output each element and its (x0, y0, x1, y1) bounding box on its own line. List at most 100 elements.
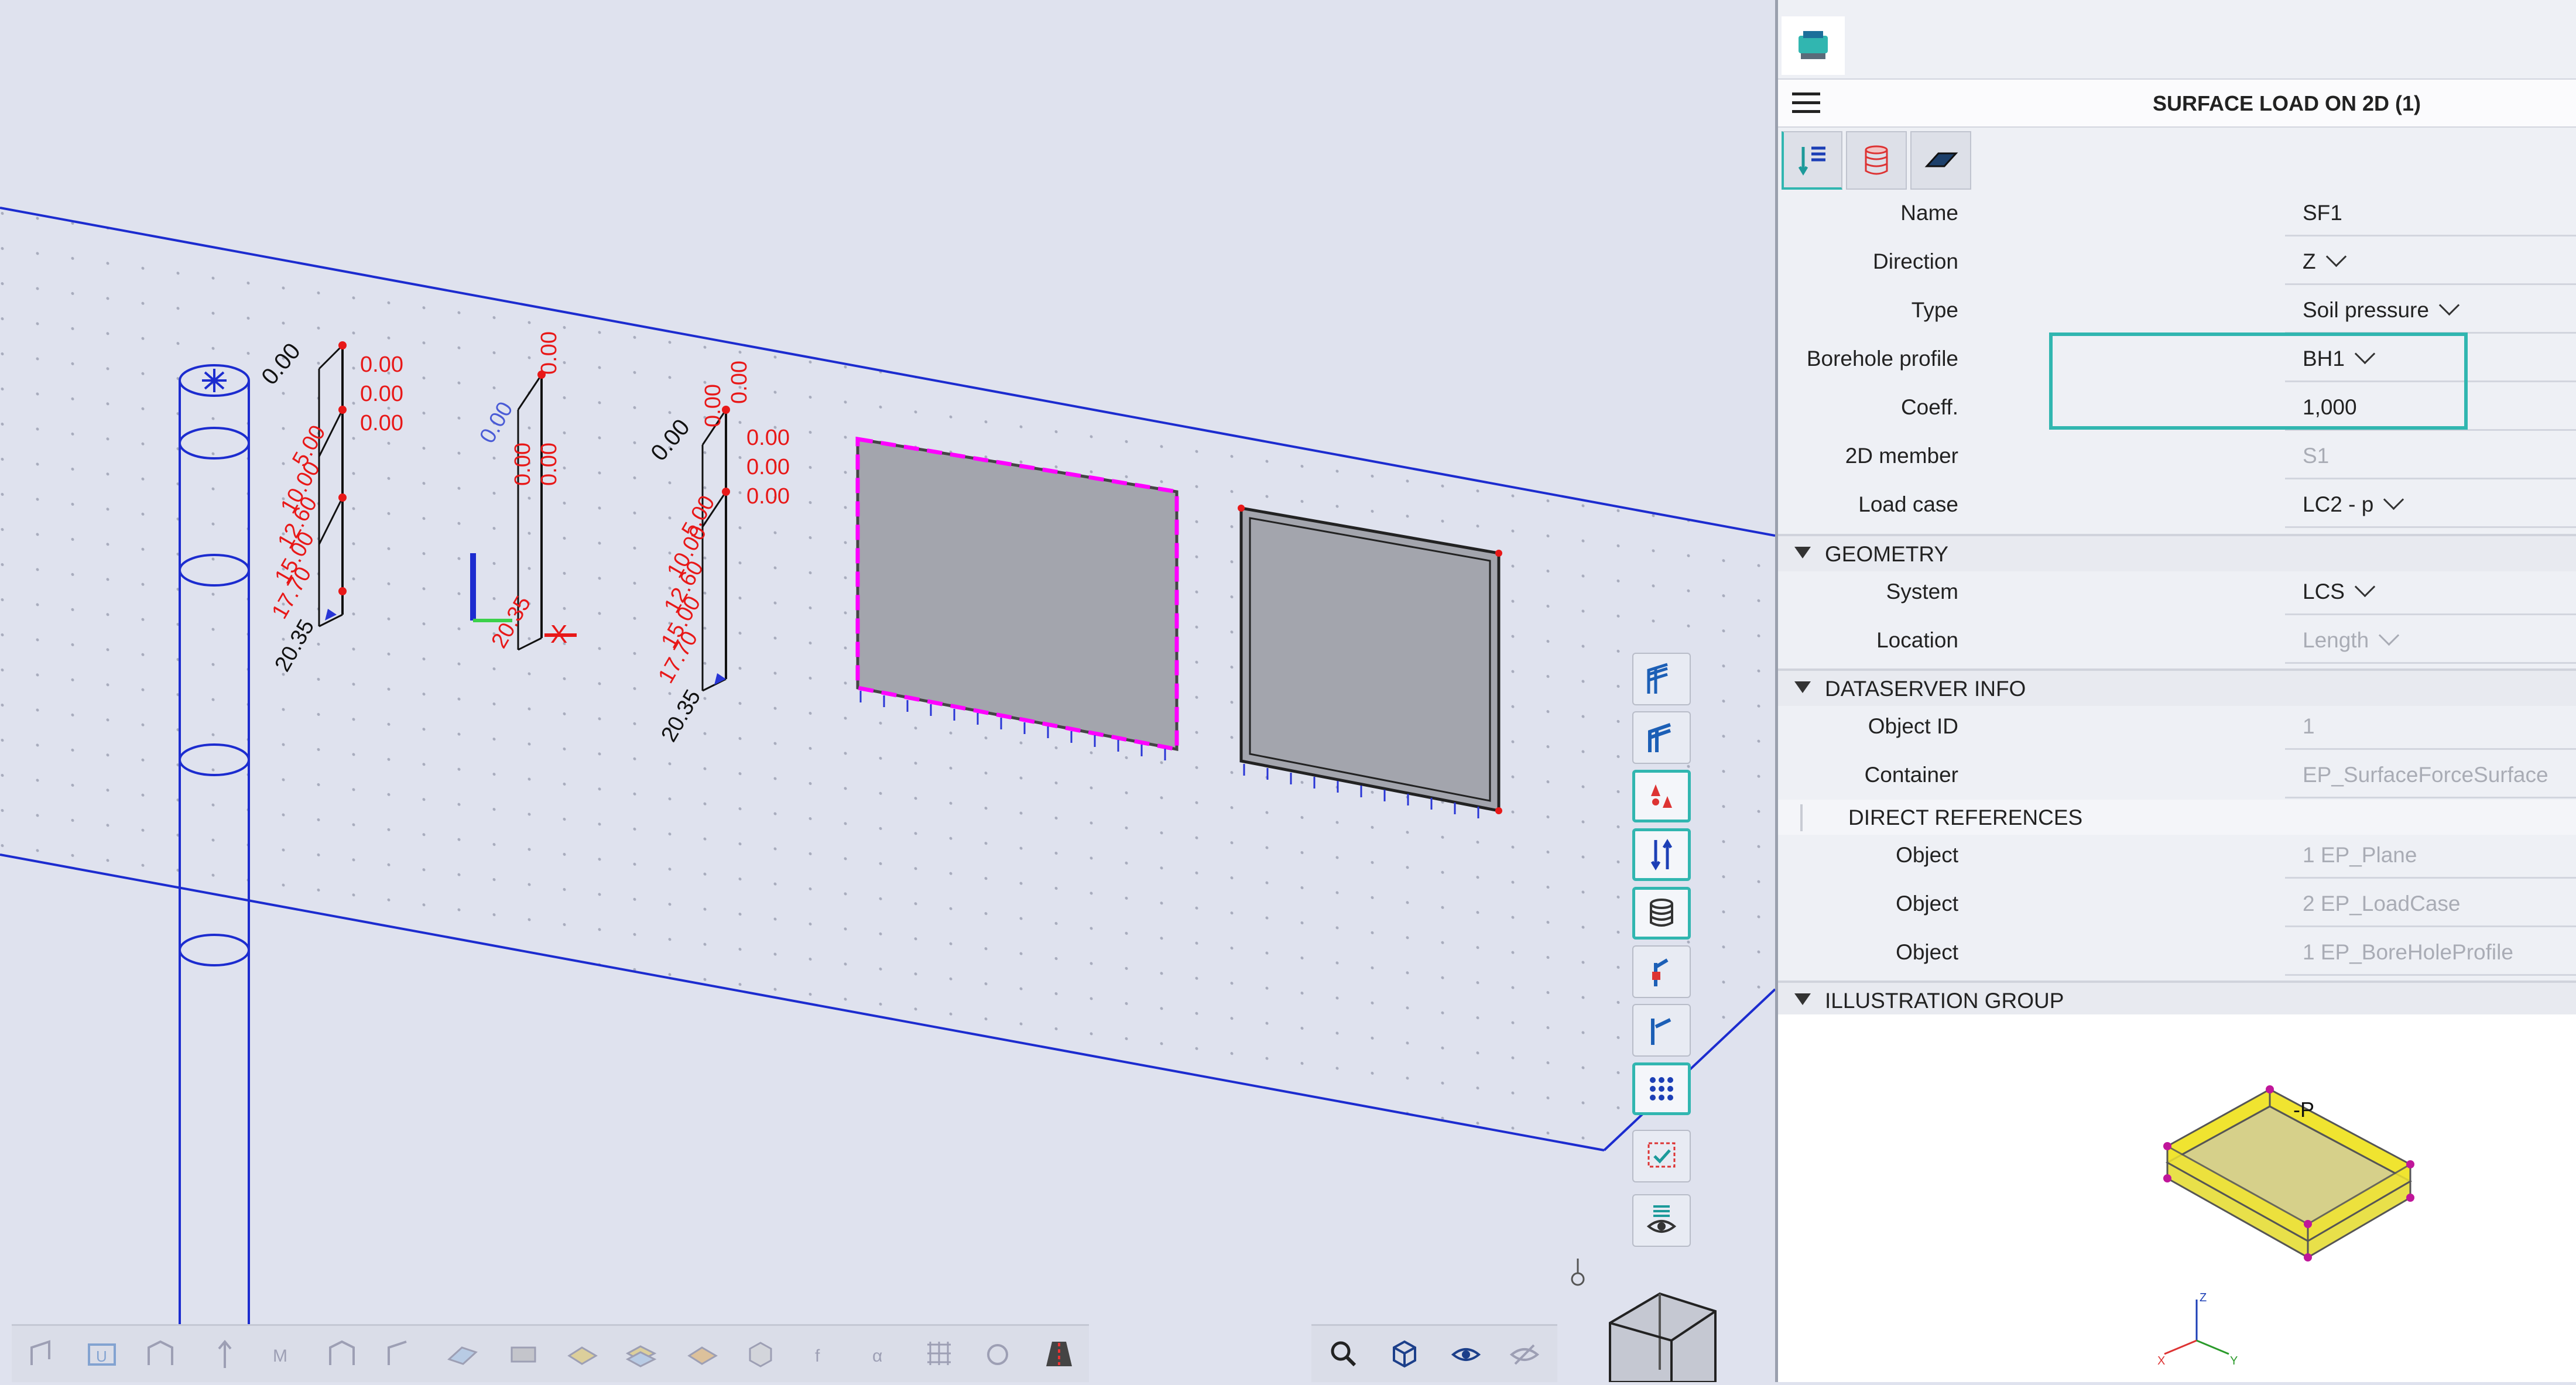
prop-row-type: Type Soil pressure (1778, 286, 2576, 335)
svg-text:α: α (872, 1346, 882, 1366)
slab-button[interactable] (436, 1328, 488, 1379)
reference-field[interactable]: 1 EP_BoreHoleProfile (2285, 932, 2576, 976)
section-title: DATASERVER INFO (1825, 677, 2026, 701)
supports-tool-icon (1650, 839, 1673, 870)
load-case-dropdown[interactable]: LC2 - p (2285, 484, 2576, 528)
members-tool-icon (1648, 723, 1671, 752)
axis-x-label: X (2157, 1355, 2165, 1367)
prop-row-name: Name SF1 (1778, 189, 2576, 238)
prop-label: Name (1900, 201, 1958, 225)
section-illustration-group[interactable]: ILLUSTRATION GROUP (1778, 981, 2576, 1018)
direction-dropdown[interactable]: Z (2285, 241, 2576, 285)
illustration-area: -P Z X Y (1778, 1014, 2576, 1382)
prop-value: Z (2303, 249, 2316, 273)
grid-button[interactable] (913, 1328, 965, 1379)
properties-view-button[interactable] (1782, 131, 1842, 190)
load-value-label: 0.00 (360, 352, 403, 377)
plane-view-button[interactable] (1910, 131, 1971, 190)
section-dataserver-info[interactable]: DATASERVER INFO (1778, 668, 2576, 706)
zoom-button[interactable] (1317, 1328, 1369, 1379)
prop-value: LCS (2303, 580, 2345, 604)
view-cube[interactable] (1609, 1292, 1717, 1382)
prop-value: 1 (2303, 714, 2315, 738)
scene-canvas[interactable]: 0.00 0.00 0.00 0.00 5.00 10.00 12.60 15.… (0, 0, 1775, 1382)
chevron-down-icon (2438, 294, 2460, 316)
prop-label: Coeff. (1900, 395, 1958, 419)
load-value-label: 0.00 (746, 484, 790, 509)
hinge-button[interactable] (375, 1328, 426, 1379)
prop-row-load-case: Load case LC2 - p (1778, 481, 2576, 529)
chevron-down-icon (2383, 489, 2404, 510)
frame-icon (148, 1340, 173, 1365)
cursor-hint-icon (1571, 1259, 1585, 1286)
view-cube-button[interactable] (1379, 1328, 1430, 1379)
frame2-button[interactable] (316, 1328, 368, 1379)
collapse-triangle-icon (1794, 681, 1811, 693)
app-logo-icon (1782, 16, 1845, 75)
stack-button[interactable] (615, 1328, 666, 1379)
road-button[interactable] (1033, 1328, 1085, 1379)
section-geometry[interactable]: GEOMETRY (1778, 534, 2576, 571)
type-dropdown[interactable]: Soil pressure (2285, 290, 2576, 334)
dataserver-view-button[interactable] (1846, 131, 1907, 190)
ribs-tool-button[interactable] (1632, 653, 1691, 705)
load-value-label: 0.00 (746, 426, 790, 450)
model-viewport[interactable]: 0.00 0.00 0.00 0.00 5.00 10.00 12.60 15.… (0, 0, 1775, 1382)
name-field[interactable]: SF1 (2285, 193, 2576, 236)
points-grid-button[interactable] (1632, 1062, 1691, 1115)
prop-label: Location (1876, 628, 1958, 652)
beam-icon (30, 1340, 50, 1365)
zoom-icon (1331, 1341, 1356, 1367)
reference-field[interactable]: 1 EP_Plane (2285, 835, 2576, 879)
subsection-direct-references[interactable]: DIRECT REFERENCES (1778, 800, 2576, 835)
2d-member-field: S1 (2285, 436, 2576, 479)
road-icon (1046, 1342, 1072, 1366)
members-tool-button[interactable] (1632, 711, 1691, 764)
dataserver-tool-button[interactable] (1632, 887, 1691, 940)
prop-label: Load case (1858, 492, 1958, 516)
layer-button[interactable] (556, 1328, 608, 1379)
cube-icon (749, 1342, 772, 1367)
prop-row-ref: Object 2 EP_LoadCase (1778, 880, 2576, 928)
frame-button[interactable] (135, 1328, 186, 1379)
subsection-title: DIRECT REFERENCES (1848, 805, 2083, 829)
prop-row-location: Location Length (1778, 616, 2576, 665)
prop-label: Object (1896, 892, 1958, 916)
location-dropdown[interactable]: Length (2285, 620, 2576, 664)
prop-label: Object ID (1868, 714, 1958, 738)
mesh-button[interactable] (676, 1328, 728, 1379)
loads-tool-button[interactable] (1632, 770, 1691, 822)
arrow-button[interactable] (199, 1328, 251, 1379)
rotate-button[interactable] (972, 1328, 1023, 1379)
beam-button[interactable] (18, 1328, 69, 1379)
plate-button[interactable] (498, 1328, 549, 1379)
supports-tool-button[interactable] (1632, 828, 1691, 881)
collapse-triangle-icon (1794, 993, 1811, 1005)
reference-field[interactable]: 2 EP_LoadCase (2285, 883, 2576, 927)
section-title: ILLUSTRATION GROUP (1825, 989, 2064, 1013)
checks-tool-icon (1651, 1018, 1671, 1045)
results-tool-button[interactable] (1632, 945, 1691, 998)
hamburger-menu-icon[interactable] (1792, 90, 1820, 116)
prop-label: Container (1864, 763, 1958, 787)
display-eye-icon (1646, 1205, 1677, 1233)
rotate-eye-button[interactable] (1440, 1328, 1492, 1379)
container-field: EP_SurfaceForceSurface (2285, 755, 2576, 798)
layer-icon (567, 1346, 598, 1365)
f-button[interactable]: f (796, 1328, 848, 1379)
axis-triad-icon: Z X Y (2157, 1291, 2238, 1367)
a-button[interactable]: α (855, 1328, 906, 1379)
hide-eye-button[interactable] (1499, 1328, 1550, 1379)
prop-value: S1 (2303, 444, 2330, 468)
plate-icon (511, 1346, 536, 1363)
selection-check-button[interactable] (1632, 1130, 1691, 1182)
u-button[interactable]: U (76, 1328, 128, 1379)
checks-tool-button[interactable] (1632, 1004, 1691, 1057)
prop-label: Object (1896, 843, 1958, 867)
display-eye-button[interactable] (1632, 1194, 1691, 1247)
cube-button[interactable] (735, 1328, 786, 1379)
prop-value: 1 EP_Plane (2303, 843, 2417, 867)
m-button[interactable]: M (258, 1328, 309, 1379)
system-dropdown[interactable]: LCS (2285, 571, 2576, 615)
arrow-icon (218, 1339, 232, 1368)
